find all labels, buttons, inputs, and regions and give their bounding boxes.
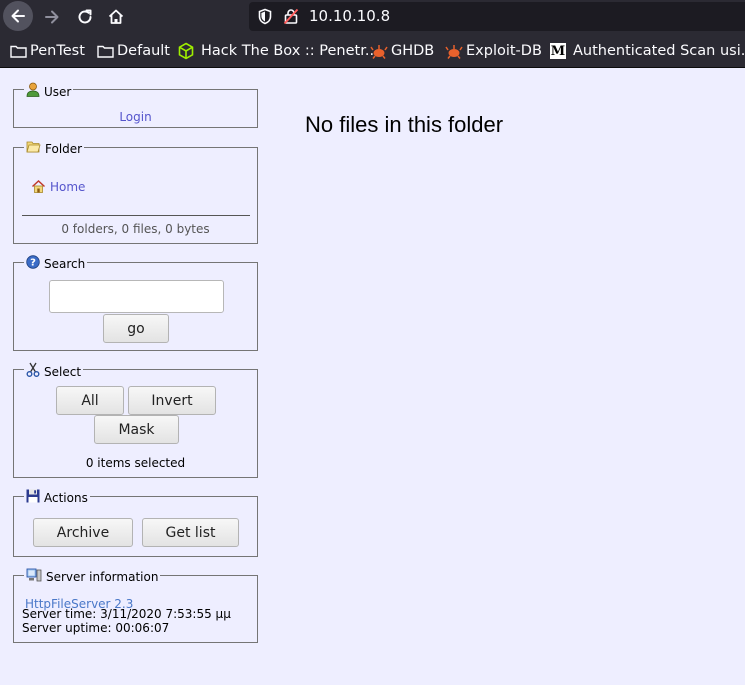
folder-divider [22, 215, 250, 216]
url-bar[interactable]: 10.10.10.8 [249, 2, 745, 31]
folder-panel-title: Folder [45, 142, 83, 156]
folder-icon [10, 45, 27, 58]
reload-button[interactable] [70, 2, 100, 31]
folder-icon [97, 45, 114, 58]
server-uptime: Server uptime: 00:06:07 [22, 621, 170, 635]
invert-selection-button[interactable]: Invert [128, 386, 216, 415]
bookmark-label: Authenticated Scan usi... [573, 43, 745, 59]
bookmark-label: GHDB [391, 43, 435, 59]
select-panel-legend: Select [24, 362, 84, 379]
select-panel-title: Select [44, 365, 82, 379]
bookmarks-bar: PenTest Default Hack The Box :: Penetr..… [0, 33, 745, 68]
browser-toolbar: 10.10.10.8 [0, 0, 745, 33]
url-text[interactable]: 10.10.10.8 [309, 7, 390, 25]
bookmark-pentest[interactable]: PenTest [10, 41, 85, 61]
bookmark-hackthebox[interactable]: Hack The Box :: Penetr... [177, 41, 379, 61]
home-folder-icon [31, 179, 46, 193]
medium-m-icon: M [550, 43, 566, 59]
user-panel-legend: User [24, 82, 74, 99]
bookmark-label: Exploit-DB [466, 43, 542, 59]
arrow-right-icon [45, 10, 59, 23]
folder-panel-legend: Folder [24, 140, 85, 156]
bookmark-label: Hack The Box :: Penetr... [201, 43, 379, 59]
search-panel-legend: ? Search [24, 255, 88, 271]
folder-open-icon [26, 141, 41, 153]
search-panel: ? Search go [13, 255, 258, 351]
insecure-lock-icon[interactable] [283, 8, 299, 25]
home-item[interactable]: Home [31, 179, 85, 194]
folder-panel: Folder Home 0 folders, 0 files, 0 bytes [13, 140, 258, 244]
bookmark-label: PenTest [30, 43, 85, 59]
select-all-button[interactable]: All [56, 386, 124, 415]
user-panel-title: User [44, 85, 72, 99]
actions-panel-title: Actions [44, 491, 88, 505]
user-icon [26, 82, 40, 97]
exploitdb-icon [445, 45, 463, 59]
selection-status: 0 items selected [85, 456, 186, 470]
forward-button[interactable] [37, 2, 67, 31]
home-link[interactable]: Home [50, 180, 85, 194]
exploitdb-icon [370, 45, 388, 59]
actions-panel-legend: Actions [24, 489, 90, 505]
actions-panel: Actions Archive Get list [13, 489, 258, 557]
login-link[interactable]: Login [119, 110, 151, 124]
bookmark-authenticated-scan[interactable]: M Authenticated Scan usi... [550, 41, 745, 61]
server-info-title: Server information [46, 570, 159, 584]
bookmark-default[interactable]: Default [97, 41, 170, 61]
go-button[interactable]: go [103, 314, 169, 343]
svg-text:?: ? [30, 258, 36, 269]
get-list-button[interactable]: Get list [142, 518, 239, 547]
user-panel: User Login [13, 82, 258, 128]
help-icon: ? [26, 255, 40, 269]
floppy-disk-icon [26, 489, 40, 503]
server-time: Server time: 3/11/2020 7:53:55 μμ [22, 607, 231, 621]
reload-icon [78, 9, 92, 23]
folder-stats: 0 folders, 0 files, 0 bytes [61, 222, 210, 236]
archive-button[interactable]: Archive [33, 518, 133, 547]
search-input[interactable] [49, 280, 224, 313]
back-button[interactable] [3, 1, 33, 31]
shield-icon[interactable] [257, 8, 273, 25]
page-content: User Login Folder Home 0 folders, 0 file… [0, 68, 745, 685]
mask-button[interactable]: Mask [94, 415, 179, 444]
select-panel: Select All Invert Mask 0 items selected [13, 362, 258, 478]
arrow-left-icon [11, 9, 25, 23]
search-panel-title: Search [44, 257, 86, 271]
home-button[interactable] [101, 2, 131, 31]
bookmark-label: Default [117, 43, 170, 59]
bookmark-ghdb[interactable]: GHDB [370, 41, 434, 61]
home-icon [108, 9, 124, 24]
htb-cube-icon [178, 42, 194, 60]
scissors-icon [26, 362, 40, 377]
bookmark-exploitdb[interactable]: Exploit-DB [445, 41, 542, 61]
empty-folder-message: No files in this folder [305, 112, 504, 137]
server-info-panel: Server information HttpFileServer 2.3 Se… [13, 568, 258, 643]
server-info-legend: Server information [24, 568, 161, 584]
server-icon [26, 568, 42, 582]
